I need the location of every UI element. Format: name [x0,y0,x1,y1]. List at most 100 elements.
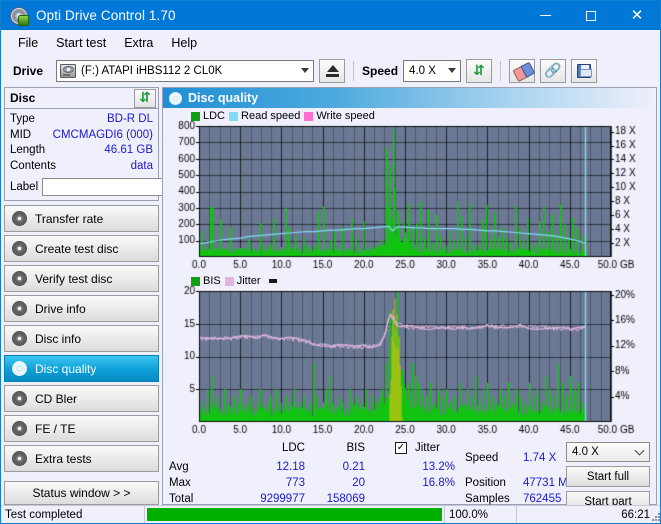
checkbox-icon: ✓ [395,442,407,454]
application-window: Opti Drive Control 1.70 ✕ File Start tes… [0,0,661,524]
legend-swatch-bis [191,276,200,286]
menu-help[interactable]: Help [162,33,206,53]
disc-row-value: BD-R DL [106,113,153,125]
results-row-label-avg: Avg [169,461,189,473]
minimize-icon [539,15,551,16]
speed-result-value: 1.74 X [523,452,557,464]
test-speed-select[interactable]: 4.0 X [566,442,650,462]
progress-bar [145,505,445,523]
legend-write-speed: Write speed [304,110,375,122]
sidebar-item-label: Extra tests [35,451,92,466]
status-bar: Test completed 100.0% 66:21 [1,505,660,523]
status-window-button[interactable]: Status window > > [4,481,159,505]
menu-file[interactable]: File [9,33,47,53]
sidebar-item-disc-quality[interactable]: Disc quality [4,355,159,382]
sidebar-item-label: Drive info [35,301,86,316]
disc-icon [12,271,27,286]
results-avg-ldc: 12.18 [276,461,305,473]
sidebar-item-label: CD Bler [35,391,78,406]
sidebar-item-create-test-disc[interactable]: Create test disc [4,235,159,262]
legend-label: BIS [203,275,221,287]
title-bar: Opti Drive Control 1.70 ✕ [1,1,660,30]
results-row-label-total: Total [169,493,194,505]
save-button[interactable] [571,59,598,83]
sidebar-item-label: Verify test disc [35,271,113,286]
legend-bis: BIS [191,275,221,287]
position-label: Position [465,477,506,489]
toolbar-divider [353,61,355,81]
erase-button[interactable] [509,59,536,83]
results-max-bis: 20 [352,477,365,489]
legend-ldc: LDC [191,110,225,122]
eject-icon [325,65,339,77]
disc-icon [12,331,27,346]
disc-refresh-button[interactable]: ⇵ [134,88,156,108]
close-button[interactable]: ✕ [614,1,660,30]
left-panel: Disc ⇵ Type BD-R DL MID CMCMAGDI6 (000) … [4,87,252,505]
legend-swatch-jitter [224,276,234,286]
page-title: Disc quality [188,91,259,105]
save-icon [577,64,593,78]
disc-icon [12,451,27,466]
main-body: Disc ⇵ Type BD-R DL MID CMCMAGDI6 (000) … [1,87,660,512]
results-max-ldc: 773 [285,477,305,489]
sidebar-item-drive-info[interactable]: Drive info [4,295,159,322]
speed-label: Speed [362,64,399,78]
legend-swatch-write-speed [304,111,314,121]
disc-row-type: Type BD-R DL [10,112,153,128]
chart2-legend: BIS Jitter [191,275,277,287]
disc-info-rows: Type BD-R DL MID CMCMAGDI6 (000) Length … [5,109,252,200]
drive-select[interactable]: (F:) ATAPI iHBS112 2 CL0K [56,60,315,82]
drive-label: Drive [13,64,44,78]
disc-icon [12,361,27,376]
progress-percent: 100.0% [445,505,517,523]
tools-button[interactable]: 🔗 [540,59,567,83]
start-full-button[interactable]: Start full [566,466,650,487]
speed-result-label: Speed [465,452,499,464]
refresh-button[interactable]: ⇵ [466,59,493,83]
close-icon: ✕ [630,6,644,24]
sidebar-item-label: Create test disc [35,241,119,256]
maximize-button[interactable] [568,1,614,30]
sidebar-item-extra-tests[interactable]: Extra tests [4,445,159,472]
sidebar-item-disc-info[interactable]: Disc info [4,325,159,352]
chevron-down-icon [301,68,310,73]
sidebar-item-label: Transfer rate [35,211,104,226]
legend-jitter: Jitter [224,275,261,287]
chart1-canvas [163,108,653,273]
chart2-canvas [163,273,653,438]
jitter-checkbox[interactable]: ✓ [395,441,407,454]
chevron-down-icon [448,68,457,73]
speed-select[interactable]: 4.0 X [403,60,462,82]
sidebar-item-fe-te[interactable]: FE / TE [4,415,159,442]
disc-icon [12,301,27,316]
eject-button[interactable] [319,59,346,83]
resize-grip[interactable] [650,511,660,521]
sidebar-item-transfer-rate[interactable]: Transfer rate [4,205,159,232]
minimize-button[interactable] [522,1,568,30]
disc-row-key: Type [10,113,35,125]
tools-icon: 🔗 [544,63,562,79]
menu-extra[interactable]: Extra [115,33,162,53]
status-text: Test completed [1,505,145,523]
menu-start-test[interactable]: Start test [47,33,115,53]
sidebar-item-verify-test-disc[interactable]: Verify test disc [4,265,159,292]
disc-row-value: 46.61 GB [104,144,153,156]
disc-row-length: Length 46.61 GB [10,143,153,159]
legend-label: LDC [203,110,226,122]
disc-row-key: Contents [10,159,57,172]
legend-read-speed: Read speed [229,110,300,122]
disc-quality-icon [169,91,182,105]
window-controls: ✕ [522,1,660,30]
chart-bis-jitter: BIS Jitter [163,273,656,438]
sidebar-item-label: FE / TE [35,421,76,436]
toolbar-divider [500,61,502,81]
right-panel: Disc quality LDC Read speed Write speed … [162,87,657,512]
chart1-legend: LDC Read speed Write speed [191,110,375,122]
menu-bar: File Start test Extra Help [1,30,660,55]
sidebar-item-cd-bler[interactable]: CD Bler [4,385,159,412]
drive-select-value: (F:) ATAPI iHBS112 2 CL0K [81,65,223,77]
window-title: Opti Drive Control 1.70 [36,8,176,23]
results-avg-bis: 0.21 [342,461,365,473]
disc-row-value: CMCMAGDI6 (000) [52,128,153,141]
